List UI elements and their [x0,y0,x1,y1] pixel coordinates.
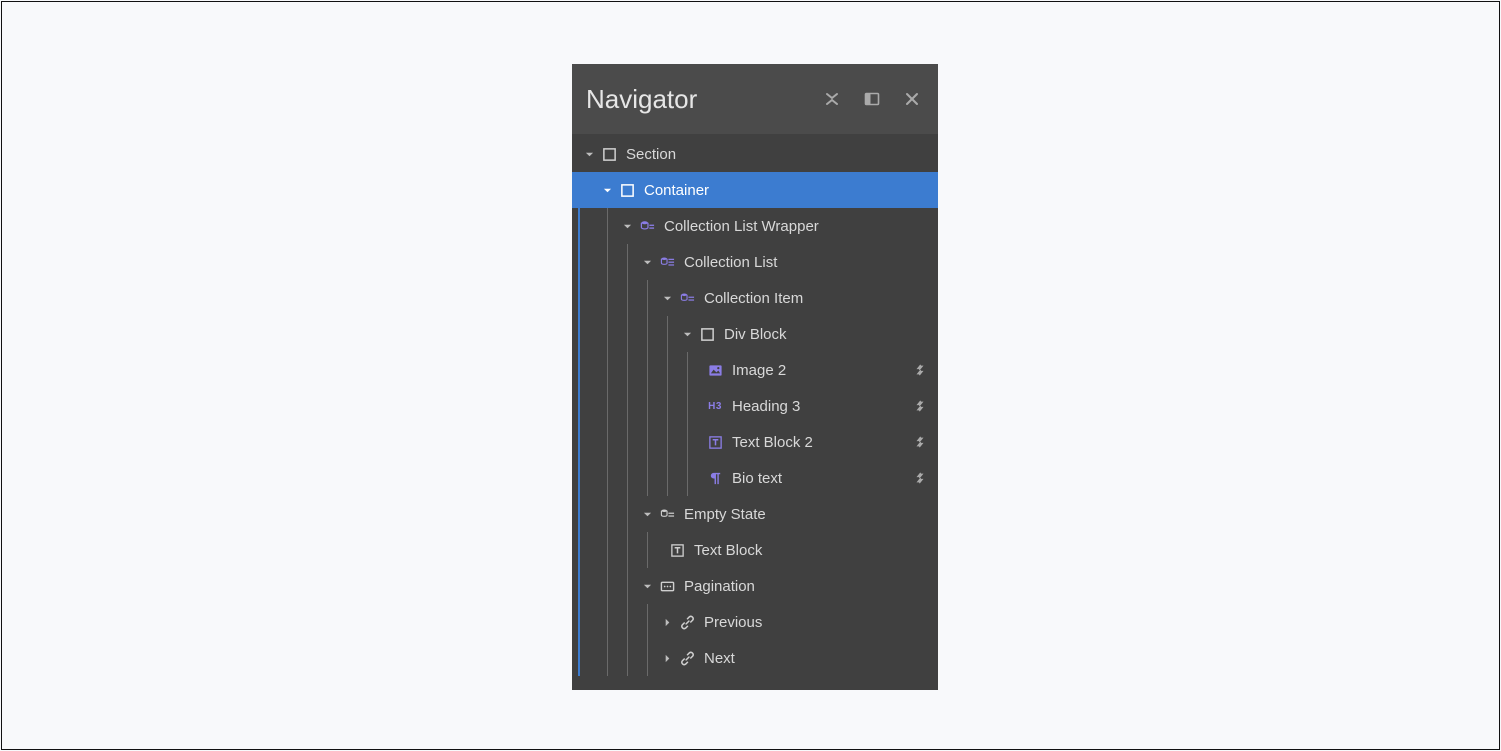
tree-item-next[interactable]: Next [572,640,938,676]
cms-bind-icon[interactable] [912,362,928,378]
tree-item-label: Image 2 [732,362,786,379]
cms-bind-icon[interactable] [912,470,928,486]
chevron-down-icon[interactable] [682,328,692,340]
tree-item-label: Container [644,182,709,199]
header-icon-group [824,91,920,107]
tree-item-heading-3[interactable]: H3 Heading 3 [572,388,938,424]
tree-item-label: Previous [704,614,762,631]
cms-bind-icon[interactable] [912,398,928,414]
navigator-tree: Section Container [572,134,938,676]
chevron-right-icon[interactable] [662,616,672,628]
collection-icon [638,217,656,235]
image-icon [706,361,724,379]
chevron-down-icon[interactable] [642,508,652,520]
navigator-panel: Navigator [572,64,938,690]
tree-item-image-2[interactable]: Image 2 [572,352,938,388]
collection-list-icon [658,253,676,271]
tree-item-label: Pagination [684,578,755,595]
tree-item-section[interactable]: Section [572,136,938,172]
tree-item-label: Collection List [684,254,777,271]
empty-state-icon [658,505,676,523]
cms-bind-icon[interactable] [912,434,928,450]
tree-item-collection-item[interactable]: Collection Item [572,280,938,316]
tree-item-empty-state[interactable]: Empty State [572,496,938,532]
container-icon [618,181,636,199]
text-icon [706,433,724,451]
tree-item-label: Text Block [694,542,762,559]
close-icon[interactable] [904,91,920,107]
paragraph-icon [706,469,724,487]
chevron-down-icon[interactable] [642,256,652,268]
text-icon [668,541,686,559]
tree-item-label: Next [704,650,735,667]
tree-item-label: Text Block 2 [732,434,813,451]
div-icon [698,325,716,343]
tree-item-label: Collection List Wrapper [664,218,819,235]
dock-panel-icon[interactable] [864,91,880,107]
chevron-down-icon[interactable] [584,148,594,160]
section-icon [600,145,618,163]
tree-item-text-block[interactable]: Text Block [572,532,938,568]
panel-header: Navigator [572,64,938,134]
panel-title: Navigator [586,84,824,115]
pagination-icon [658,577,676,595]
tree-item-label: Bio text [732,470,782,487]
chevron-right-icon[interactable] [662,652,672,664]
tree-item-collection-list[interactable]: Collection List [572,244,938,280]
chevron-down-icon[interactable] [662,292,672,304]
chevron-down-icon[interactable] [622,220,632,232]
link-icon [678,613,696,631]
tree-item-label: Div Block [724,326,787,343]
app-frame: Navigator [1,1,1500,750]
tree-item-container[interactable]: Container [572,172,938,208]
tree-item-text-block-2[interactable]: Text Block 2 [572,424,938,460]
collapse-icon[interactable] [824,91,840,107]
tree-item-div-block[interactable]: Div Block [572,316,938,352]
collection-item-icon [678,289,696,307]
tree-item-label: Empty State [684,506,766,523]
heading-icon: H3 [706,397,724,415]
tree-item-collection-list-wrapper[interactable]: Collection List Wrapper [572,208,938,244]
tree-item-previous[interactable]: Previous [572,604,938,640]
chevron-down-icon[interactable] [642,580,652,592]
link-icon [678,649,696,667]
tree-item-bio-text[interactable]: Bio text [572,460,938,496]
tree-item-label: Heading 3 [732,398,800,415]
tree-item-label: Collection Item [704,290,803,307]
tree-item-pagination[interactable]: Pagination [572,568,938,604]
chevron-down-icon[interactable] [602,184,612,196]
tree-item-label: Section [626,146,676,163]
